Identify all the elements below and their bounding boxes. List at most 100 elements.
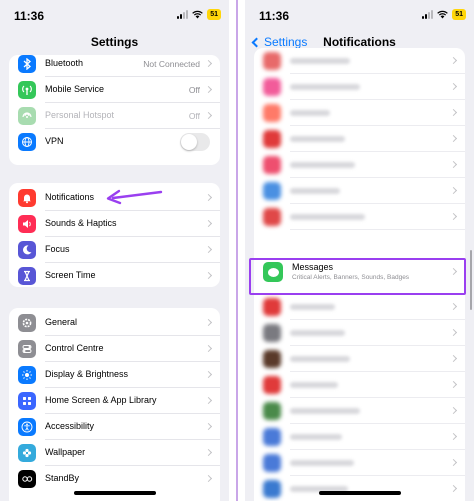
row-label: Wallpaper xyxy=(45,447,86,457)
status-bar: 11:36 51 xyxy=(245,0,474,30)
status-icons: 51 xyxy=(422,9,466,20)
annotation-arrow xyxy=(106,189,163,205)
settings-row-wallpaper[interactable]: Wallpaper xyxy=(9,440,220,466)
general-group: General Control Centre Display & Brightn… xyxy=(9,308,220,501)
status-bar: 11:36 51 xyxy=(0,0,229,30)
standby-icon xyxy=(18,470,36,488)
row-value: Off xyxy=(188,111,200,121)
row-label: Screen Time xyxy=(45,270,96,280)
chevron-right-icon xyxy=(204,193,213,202)
list-item[interactable] xyxy=(254,320,465,346)
list-item[interactable] xyxy=(254,204,465,230)
hourglass-icon xyxy=(18,267,36,285)
page-title: Settings xyxy=(90,35,139,49)
chevron-right-icon xyxy=(204,85,213,94)
chevron-right-icon xyxy=(204,271,213,280)
row-value: Not Connected xyxy=(143,59,200,69)
speaker-icon xyxy=(18,215,36,233)
chevron-right-icon xyxy=(204,219,213,228)
list-item[interactable] xyxy=(254,398,465,424)
signal-icon xyxy=(177,10,189,19)
settings-row-screen-time[interactable]: Screen Time xyxy=(9,263,220,287)
signal-icon xyxy=(422,10,434,19)
settings-row-personal-hotspot[interactable]: Personal Hotspot Off xyxy=(9,103,220,129)
list-item[interactable] xyxy=(254,152,465,178)
bluetooth-icon xyxy=(18,55,36,73)
list-item[interactable] xyxy=(254,346,465,372)
accessibility-icon xyxy=(18,418,36,436)
chevron-right-icon xyxy=(204,370,213,379)
row-label: Control Centre xyxy=(45,343,104,353)
row-label: Mobile Service xyxy=(45,84,105,94)
chevron-right-icon xyxy=(204,245,213,254)
notifications-screen: 11:36 51 Settings Notifications Messages… xyxy=(245,0,474,501)
row-label: StandBy xyxy=(45,473,80,483)
globe-icon xyxy=(18,133,36,151)
row-label: Accessibility xyxy=(45,421,95,431)
switches-icon xyxy=(18,340,36,358)
hotspot-icon xyxy=(18,107,36,125)
connectivity-group: Bluetooth Not Connected Mobile Service O… xyxy=(9,55,220,165)
list-item[interactable] xyxy=(254,476,465,501)
wifi-icon xyxy=(192,10,204,19)
row-label: General xyxy=(45,317,78,327)
sun-icon xyxy=(18,366,36,384)
row-label: Notifications xyxy=(45,192,95,202)
row-label: Display & Brightness xyxy=(45,369,129,379)
list-item[interactable] xyxy=(254,100,465,126)
flower-icon xyxy=(18,444,36,462)
wifi-icon xyxy=(437,10,449,19)
battery-indicator: 51 xyxy=(207,9,221,20)
settings-row-general[interactable]: General xyxy=(9,310,220,336)
moon-icon xyxy=(18,241,36,259)
settings-row-standby[interactable]: StandBy xyxy=(9,466,220,492)
list-item[interactable] xyxy=(254,48,465,74)
chevron-right-icon xyxy=(204,448,213,457)
row-label: Home Screen & App Library xyxy=(45,395,157,405)
gear-icon xyxy=(18,314,36,332)
scroll-indicator[interactable] xyxy=(470,250,472,310)
list-item[interactable] xyxy=(254,424,465,450)
settings-row-home-screen[interactable]: Home Screen & App Library xyxy=(9,388,220,414)
settings-row-accessibility[interactable]: Accessibility xyxy=(9,414,220,440)
grid-icon xyxy=(18,392,36,410)
chevron-right-icon xyxy=(204,344,213,353)
settings-row-sounds-haptics[interactable]: Sounds & Haptics xyxy=(9,211,220,237)
settings-row-control-centre[interactable]: Control Centre xyxy=(9,336,220,362)
vpn-toggle[interactable] xyxy=(180,133,210,151)
battery-indicator: 51 xyxy=(452,9,466,20)
list-item[interactable] xyxy=(254,450,465,476)
home-indicator[interactable] xyxy=(73,491,156,495)
row-label: VPN xyxy=(45,136,64,146)
status-time: 11:36 xyxy=(14,9,45,23)
settings-screen: 11:36 51 Settings Bluetooth Not Connecte… xyxy=(0,0,229,501)
row-label: Sounds & Haptics xyxy=(45,218,117,228)
row-value: Off xyxy=(188,85,200,95)
status-icons: 51 xyxy=(177,9,221,20)
toggle-knob xyxy=(181,134,197,150)
list-item[interactable] xyxy=(254,372,465,398)
page-title: Notifications xyxy=(323,35,396,49)
list-item[interactable] xyxy=(254,126,465,152)
list-item[interactable] xyxy=(254,74,465,100)
settings-row-mobile-service[interactable]: Mobile Service Off xyxy=(9,77,220,103)
antenna-icon xyxy=(18,81,36,99)
chevron-right-icon xyxy=(204,474,213,483)
bell-icon xyxy=(18,189,36,207)
settings-row-focus[interactable]: Focus xyxy=(9,237,220,263)
row-label: Focus xyxy=(45,244,70,254)
row-label: Personal Hotspot xyxy=(45,110,115,120)
settings-row-display-brightness[interactable]: Display & Brightness xyxy=(9,362,220,388)
home-indicator[interactable] xyxy=(318,491,401,495)
chevron-right-icon xyxy=(204,396,213,405)
settings-row-bluetooth[interactable]: Bluetooth Not Connected xyxy=(9,55,220,77)
list-item[interactable] xyxy=(254,294,465,320)
chevron-right-icon xyxy=(204,59,213,68)
list-item[interactable] xyxy=(254,178,465,204)
settings-row-vpn[interactable]: VPN xyxy=(9,129,220,155)
status-time: 11:36 xyxy=(259,9,290,23)
chevron-right-icon xyxy=(204,422,213,431)
chevron-right-icon xyxy=(204,111,213,120)
divider-line xyxy=(236,0,238,501)
highlight-box xyxy=(249,258,466,295)
